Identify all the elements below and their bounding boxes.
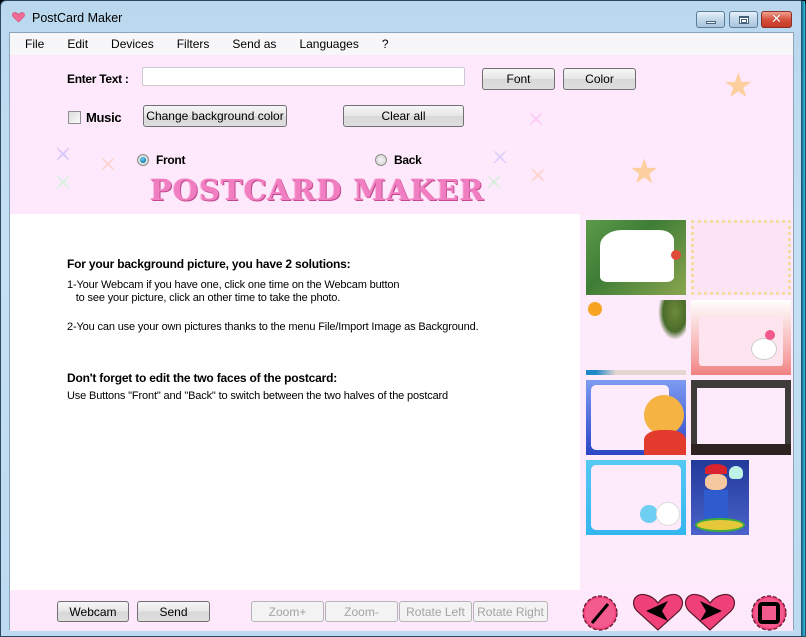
- instruction-import-line: 2-You can use your own pictures thanks t…: [67, 321, 479, 333]
- sparkle-decoration: [54, 145, 72, 163]
- heart-icon: [12, 12, 25, 23]
- maximize-icon: [738, 15, 749, 24]
- maximize-button[interactable]: [729, 11, 758, 28]
- enter-text-input[interactable]: [142, 67, 465, 86]
- instruction-webcam-line-2: to see your picture, click an other time…: [67, 292, 341, 304]
- menu-send-as[interactable]: Send as: [224, 34, 284, 54]
- font-button[interactable]: Font: [482, 68, 555, 90]
- sparkle-decoration: [529, 166, 547, 184]
- rotate-right-button[interactable]: Rotate Right: [473, 601, 548, 622]
- app-banner-title: POSTCARD MAKER: [150, 173, 485, 207]
- sparkle-decoration: [525, 108, 547, 130]
- frame-thumbnail-winnie-the-pooh[interactable]: [586, 380, 686, 455]
- sparkle-decoration: [485, 173, 503, 191]
- title-bar[interactable]: PostCard Maker ✕: [1, 1, 806, 33]
- front-label: Front: [156, 153, 186, 167]
- front-radio[interactable]: [137, 154, 149, 166]
- client-area: File Edit Devices Filters Send as Langua…: [9, 32, 794, 631]
- minimize-button[interactable]: [696, 11, 725, 28]
- send-button[interactable]: Send: [137, 601, 210, 622]
- clear-all-button[interactable]: Clear all: [343, 105, 464, 127]
- back-label: Back: [394, 153, 422, 167]
- sparkle-decoration: [491, 148, 509, 166]
- color-button[interactable]: Color: [563, 68, 636, 90]
- menu-file[interactable]: File: [17, 34, 52, 54]
- frame-thumbnail-rocky-border[interactable]: [691, 380, 791, 455]
- postcard-canvas[interactable]: For your background picture, you have 2 …: [10, 214, 580, 590]
- stop-button[interactable]: [746, 593, 792, 631]
- sparkle-decoration: [54, 173, 72, 191]
- webcam-button[interactable]: Webcam: [57, 601, 129, 622]
- frame-thumbnail-jungle[interactable]: [586, 220, 686, 295]
- star-decoration: ★: [723, 66, 754, 106]
- close-button[interactable]: ✕: [761, 11, 792, 28]
- menu-help[interactable]: ?: [374, 34, 397, 54]
- back-radio[interactable]: [375, 154, 387, 166]
- star-decoration: ★: [629, 152, 660, 192]
- frame-gallery: [580, 214, 793, 590]
- menu-bar: File Edit Devices Filters Send as Langua…: [10, 33, 793, 55]
- menu-languages[interactable]: Languages: [291, 34, 366, 54]
- draw-tool-button[interactable]: [577, 593, 623, 631]
- previous-button[interactable]: [632, 593, 684, 631]
- next-button[interactable]: [684, 593, 736, 631]
- frame-thumbnail-cute-sheep[interactable]: [586, 460, 686, 535]
- flower-badge-icon: [751, 595, 787, 631]
- instructions-heading-faces: Don't forget to edit the two faces of th…: [67, 371, 337, 385]
- music-checkbox[interactable]: [68, 111, 81, 124]
- zoom-in-button[interactable]: Zoom+: [251, 601, 324, 622]
- window-title: PostCard Maker: [32, 11, 123, 25]
- frame-thumbnail-mario[interactable]: [691, 460, 749, 535]
- bottom-toolbar: Webcam Send Zoom+ Zoom- Rotate Left Rota…: [10, 590, 793, 631]
- menu-devices[interactable]: Devices: [103, 34, 162, 54]
- close-icon: ✕: [771, 12, 782, 27]
- menu-filters[interactable]: Filters: [169, 34, 218, 54]
- app-window: PostCard Maker ✕ File Edit Devices Filte…: [0, 0, 806, 637]
- instruction-webcam-line-1: 1-Your Webcam if you have one, click one…: [67, 279, 400, 291]
- minimize-icon: [705, 20, 716, 24]
- rotate-left-button[interactable]: Rotate Left: [399, 601, 472, 622]
- instruction-front-back-line: Use Buttons "Front" and "Back" to switch…: [67, 390, 449, 402]
- menu-edit[interactable]: Edit: [59, 34, 96, 54]
- change-background-color-button[interactable]: Change background color: [143, 105, 287, 127]
- music-label: Music: [86, 110, 122, 125]
- enter-text-label: Enter Text :: [67, 72, 129, 86]
- frame-thumbnail-pastel-stars[interactable]: [691, 220, 791, 295]
- frame-thumbnail-beach[interactable]: [586, 300, 686, 375]
- sparkle-decoration: [99, 155, 117, 173]
- controls-panel: ★ ★ Enter Text : Font Color Music Change…: [10, 55, 793, 214]
- frame-thumbnail-hello-kitty[interactable]: [691, 300, 791, 375]
- zoom-out-button[interactable]: Zoom-: [325, 601, 398, 622]
- instructions-heading-background: For your background picture, you have 2 …: [67, 257, 351, 271]
